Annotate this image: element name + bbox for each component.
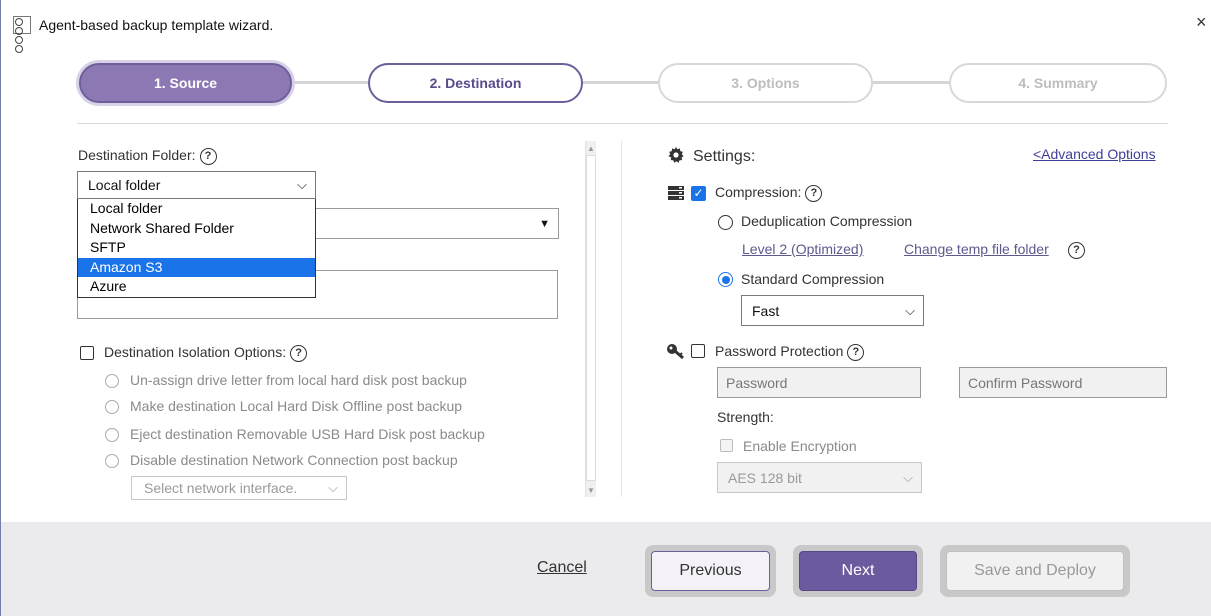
help-icon[interactable]: ? (847, 343, 865, 361)
network-interface-select[interactable]: Select network interface. ⌵ (131, 476, 347, 500)
standard-compression-radio[interactable] (718, 272, 733, 287)
next-button[interactable]: Next (799, 551, 917, 591)
isolation-radio-eject[interactable] (105, 428, 119, 442)
compression-heading: Compression:? (715, 184, 823, 202)
destination-type-value: Local folder (88, 177, 161, 193)
compression-label: Compression: (715, 184, 802, 200)
isolation-option-label: Make destination Local Hard Disk Offline… (130, 398, 463, 414)
previous-button-frame: Previous (645, 545, 776, 597)
chevron-down-icon: ⌵ (328, 480, 338, 495)
advanced-options-link[interactable]: <Advanced Options (1033, 146, 1156, 162)
destination-type-listbox[interactable]: Local folder Network Shared Folder SFTP … (77, 199, 316, 298)
dedup-radio[interactable] (718, 215, 733, 230)
close-icon[interactable]: × (1196, 13, 1207, 31)
previous-button[interactable]: Previous (651, 551, 770, 591)
option-amazon-s3[interactable]: Amazon S3 (78, 257, 315, 277)
password-protection-heading: Password Protection? (715, 343, 865, 361)
standard-compression-label: Standard Compression (741, 271, 885, 287)
isolation-heading: Destination Isolation Options:? (104, 344, 308, 362)
encryption-checkbox[interactable] (720, 439, 733, 452)
compression-speed-value: Fast (752, 302, 780, 319)
temp-folder-link[interactable]: Change temp file folder (904, 241, 1049, 257)
option-sftp[interactable]: SFTP (78, 238, 315, 258)
step-summary: 4. Summary (949, 63, 1167, 103)
save-and-deploy-button[interactable]: Save and Deploy (946, 551, 1124, 591)
password-input[interactable]: Password (717, 367, 921, 398)
next-button-frame: Next (793, 545, 923, 597)
scroll-down-icon[interactable]: ▼ (587, 486, 595, 495)
cancel-link[interactable]: Cancel (537, 559, 587, 577)
network-interface-value: Select network interface. (144, 480, 298, 496)
key-icon (667, 343, 685, 360)
confirm-password-input[interactable]: Confirm Password (959, 367, 1167, 398)
help-icon[interactable]: ? (1068, 241, 1085, 259)
encryption-algorithm-value: AES 128 bit (728, 469, 802, 486)
chevron-down-icon: ⌵ (903, 469, 913, 485)
caret-down-icon: ▼ (539, 217, 550, 230)
settings-label: Settings: (693, 148, 756, 165)
help-icon[interactable]: ? (805, 184, 823, 202)
scroll-up-icon[interactable]: ▲ (587, 144, 595, 153)
help-icon[interactable]: ? (199, 147, 217, 165)
chevron-down-icon: ⌵ (905, 302, 915, 318)
isolation-radio-network[interactable] (105, 454, 119, 468)
encryption-label: Enable Encryption (743, 438, 857, 454)
chevron-down-icon: ⌵ (297, 177, 307, 192)
option-azure[interactable]: Azure (78, 277, 315, 297)
strength-label: Strength: (717, 409, 774, 425)
compression-icon (668, 186, 684, 200)
isolation-checkbox[interactable] (80, 346, 94, 360)
dedup-label: Deduplication Compression (741, 213, 913, 229)
isolation-option-label: Eject destination Removable USB Hard Dis… (130, 426, 485, 442)
destination-folder-heading: Destination Folder:? (78, 147, 217, 165)
option-network-shared-folder[interactable]: Network Shared Folder (78, 219, 315, 239)
app-icon (13, 16, 31, 53)
dedup-level-link[interactable]: Level 2 (Optimized) (742, 241, 863, 257)
step-connector (871, 81, 953, 84)
step-connector (581, 81, 661, 84)
compression-checkbox[interactable]: ✓ (691, 186, 706, 201)
step-connector (291, 81, 371, 84)
isolation-radio-unassign[interactable] (105, 374, 119, 388)
compression-speed-select[interactable]: Fast ⌵ (741, 295, 924, 326)
save-deploy-button-frame: Save and Deploy (940, 545, 1130, 597)
isolation-option-label: Un-assign drive letter from local hard d… (130, 372, 467, 388)
password-protection-checkbox[interactable] (691, 344, 705, 358)
gear-icon (668, 147, 684, 163)
isolation-label: Destination Isolation Options: (104, 344, 287, 360)
isolation-option-label: Disable destination Network Connection p… (130, 452, 458, 468)
step-destination[interactable]: 2. Destination (368, 63, 583, 103)
help-icon[interactable]: ? (290, 344, 308, 362)
destination-type-select[interactable]: Local folder ⌵ (77, 171, 316, 199)
divider (77, 123, 1168, 124)
panel-divider (621, 141, 622, 497)
step-source[interactable]: 1. Source (79, 63, 292, 103)
destination-folder-label: Destination Folder: (78, 147, 196, 163)
isolation-radio-offline[interactable] (105, 400, 119, 414)
step-options: 3. Options (658, 63, 873, 103)
password-protection-label: Password Protection (715, 343, 844, 359)
option-local-folder[interactable]: Local folder (78, 199, 315, 219)
window-title: Agent-based backup template wizard. (39, 17, 274, 33)
scrollbar-thumb[interactable] (586, 155, 596, 481)
encryption-algorithm-select[interactable]: AES 128 bit ⌵ (717, 462, 922, 493)
